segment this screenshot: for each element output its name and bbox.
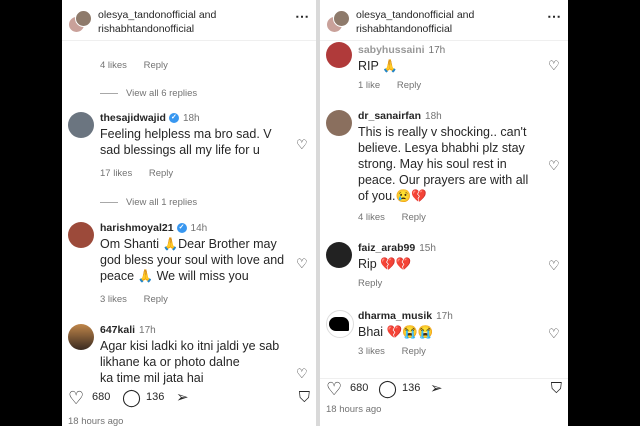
comment-text: Agar kisi ladki ko itni jaldi ye sab lik… [100, 339, 280, 369]
avatar[interactable] [326, 242, 352, 268]
avatar[interactable] [326, 110, 352, 136]
comment-time: 15h [419, 243, 436, 254]
post-header: olesya_tandonofficial and rishabhtandono… [62, 0, 316, 41]
comment-bubble-icon[interactable]: ◯ [378, 379, 397, 399]
comment-text: This is really v shocking.. can't believ… [358, 125, 529, 203]
comment-username[interactable]: sabyhussaini [358, 44, 425, 56]
reply-button[interactable]: Reply [402, 346, 426, 357]
avatar[interactable] [68, 324, 94, 350]
post-actions-bar: ♡ 680 ◯ 136 ➢ ⛉ [62, 388, 316, 414]
more-options-icon[interactable]: ⋯ [295, 8, 310, 25]
post-authors[interactable]: olesya_tandonofficial and rishabhtandono… [356, 8, 474, 36]
like-heart-icon[interactable]: ♡ [296, 367, 308, 380]
avatar[interactable] [326, 42, 352, 68]
like-heart-icon[interactable]: ♡ [548, 259, 560, 272]
author-2[interactable]: rishabhtandonofficial [98, 23, 194, 35]
comments-count: 136 [402, 382, 421, 394]
post-header: olesya_tandonofficial and rishabhtandono… [320, 0, 568, 41]
author-2[interactable]: rishabhtandonofficial [356, 23, 452, 35]
like-heart-icon[interactable]: ♡ [326, 379, 342, 399]
comment-username[interactable]: 647kali [100, 324, 135, 336]
comments-count: 136 [146, 391, 165, 403]
comment-text-cut: ka time mil jata hai [100, 371, 204, 385]
share-send-icon[interactable]: ➢ [430, 379, 443, 399]
comment-time: 18h [182, 113, 200, 124]
like-heart-icon[interactable]: ♡ [68, 388, 84, 408]
like-heart-icon[interactable]: ♡ [296, 138, 308, 151]
comment-username[interactable]: dr_sanairfan [358, 110, 421, 122]
comment-text: Rip 💔💔 [358, 257, 412, 271]
verified-icon: ✓ [176, 223, 187, 234]
reply-button[interactable]: Reply [144, 60, 168, 71]
post-authors[interactable]: olesya_tandonofficial and rishabhtandono… [98, 8, 216, 36]
collab-avatars[interactable] [68, 10, 92, 33]
avatar[interactable] [68, 222, 94, 248]
comment-time: 17h [428, 45, 446, 56]
comment-text: Om Shanti 🙏Dear Brother may god bless yo… [100, 237, 285, 283]
avatar[interactable] [326, 310, 354, 338]
avatar[interactable] [68, 112, 94, 138]
likes-count[interactable]: 4 likes [358, 212, 385, 223]
author-1[interactable]: olesya_tandonofficial [98, 9, 196, 21]
comment-username[interactable]: faiz_arab99 [358, 242, 415, 254]
left-post-panel: olesya_tandonofficial and rishabhtandono… [62, 0, 316, 426]
bookmark-icon[interactable]: ⛉ [299, 388, 310, 408]
view-replies-button[interactable]: View all 6 replies [100, 88, 316, 99]
likes-count[interactable]: 4 likes [100, 60, 127, 71]
reply-button[interactable]: Reply [358, 278, 382, 289]
reply-button[interactable]: Reply [144, 294, 168, 305]
like-heart-icon[interactable]: ♡ [296, 257, 308, 270]
likes-count[interactable]: 3 likes [358, 346, 385, 357]
comment-bubble-icon[interactable]: ◯ [122, 388, 141, 408]
reply-button[interactable]: Reply [397, 80, 421, 91]
comment-text: Bhai 💔😭😭 [358, 325, 434, 339]
likes-count[interactable]: 680 [350, 382, 368, 394]
view-replies-button[interactable]: View all 1 replies [100, 197, 316, 208]
comment-time: 17h [436, 311, 453, 322]
likes-count[interactable]: 17 likes [100, 168, 132, 179]
like-heart-icon[interactable]: ♡ [548, 59, 560, 72]
likes-count[interactable]: 680 [92, 391, 110, 403]
like-heart-icon[interactable]: ♡ [548, 159, 560, 172]
collab-avatars[interactable] [326, 10, 350, 33]
post-actions-bar: ♡ 680 ◯ 136 ➢ ⛉ [320, 378, 568, 407]
comment-text: Feeling helpless ma bro sad. V sad bless… [100, 127, 272, 157]
comment-time: 18h [425, 111, 442, 122]
likes-count[interactable]: 1 like [358, 80, 380, 91]
likes-count[interactable]: 3 likes [100, 294, 127, 305]
share-send-icon[interactable]: ➢ [176, 388, 189, 408]
verified-icon: ✓ [168, 113, 179, 124]
comment-text: RIP 🙏 [358, 59, 398, 73]
author-1[interactable]: olesya_tandonofficial [356, 9, 454, 21]
comment-username[interactable]: dharma_musik [358, 310, 432, 322]
comment-time: 14h [190, 223, 208, 234]
post-timestamp: 18 hours ago [326, 404, 382, 415]
reply-button[interactable]: Reply [149, 168, 173, 179]
more-options-icon[interactable]: ⋯ [547, 8, 562, 25]
comment-username[interactable]: thesajidwajid [100, 112, 166, 124]
comment-meta: 4 likes Reply [100, 60, 316, 71]
comment-time: 17h [139, 325, 156, 336]
comment-username[interactable]: harishmoyal21 [100, 222, 174, 234]
right-post-panel: olesya_tandonofficial and rishabhtandono… [320, 0, 568, 426]
post-timestamp: 18 hours ago [68, 416, 124, 426]
reply-button[interactable]: Reply [402, 212, 426, 223]
bookmark-icon[interactable]: ⛉ [551, 379, 562, 399]
like-heart-icon[interactable]: ♡ [548, 327, 560, 340]
